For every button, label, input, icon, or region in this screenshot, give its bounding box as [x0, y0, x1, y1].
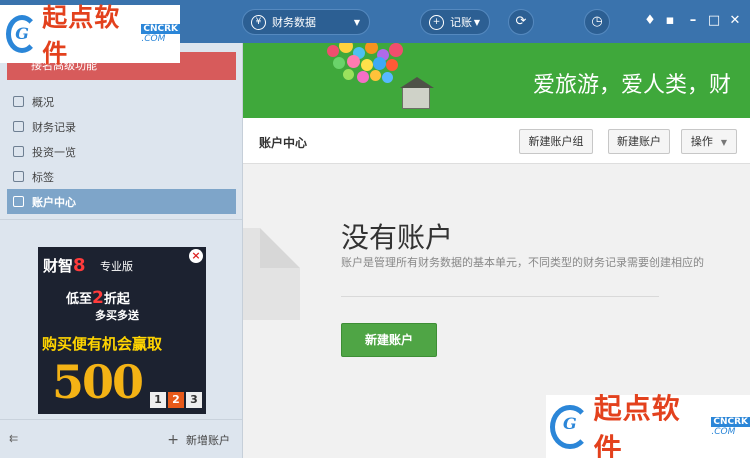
collapse-left-icon[interactable]: ⇇: [9, 432, 18, 445]
clock-icon[interactable]: ◷: [584, 9, 610, 35]
message-icon[interactable]: ▪: [662, 13, 678, 29]
investment-icon: [13, 146, 24, 157]
maximize-icon[interactable]: □: [706, 13, 722, 29]
ad-bonus: 多买多送: [95, 309, 139, 322]
sidebar-footer: ⇇ + 新增账户: [0, 419, 242, 458]
sidebar-item-label: 账户中心: [32, 195, 76, 209]
ad-discount: 低至2折起: [66, 288, 130, 308]
cncrk-watermark-logo: G 起点软件 CNCRK .COM: [546, 392, 750, 458]
sidebar-item-label: 概况: [32, 95, 54, 109]
finance-data-label: 财务数据: [272, 16, 316, 29]
bookkeeping-dropdown[interactable]: + 记账 ▼: [420, 9, 490, 35]
watermark-text: 起点软件: [42, 3, 121, 68]
watermark-text: 起点软件: [593, 391, 681, 458]
sidebar-nav: 概况 财务记录 投资一览 标签 账户中心: [7, 89, 236, 214]
close-icon[interactable]: ×: [189, 249, 203, 263]
sidebar-item-label: 标签: [32, 170, 54, 184]
ad-big-number: 500: [52, 355, 144, 409]
logo-g-icon: G: [550, 404, 590, 449]
overview-icon: [13, 96, 24, 107]
cncrk-watermark-logo: G 起点软件 CNCRK .COM: [0, 3, 180, 68]
ad-digit: 2: [168, 392, 184, 408]
plus-icon: +: [167, 432, 179, 448]
chevron-down-icon: ▼: [720, 138, 728, 147]
account-icon: [13, 196, 24, 207]
operations-dropdown[interactable]: 操作 ▼: [681, 129, 737, 154]
plus-icon: +: [429, 14, 444, 30]
sidebar-item-overview[interactable]: 概况: [7, 89, 236, 114]
ad-digits: 1 2 3: [148, 392, 202, 408]
new-account-group-button[interactable]: 新建账户组: [519, 129, 593, 154]
account-center-header: 账户中心 新建账户组 新建账户 操作 ▼: [243, 118, 750, 164]
skin-icon[interactable]: ♦: [642, 13, 658, 29]
empty-state-title: 没有账户: [341, 221, 454, 254]
bookkeeping-label: 记账: [450, 16, 472, 29]
empty-state-description: 账户是管理所有财务数据的基本单元，不同类型的财务记录需要创建相应的: [341, 256, 704, 269]
close-icon[interactable]: ✕: [727, 13, 743, 29]
sidebar-item-records[interactable]: 财务记录: [7, 114, 236, 139]
balloons-illustration: [307, 43, 434, 118]
document-icon: [243, 228, 300, 320]
sidebar-item-tags[interactable]: 标签: [7, 164, 236, 189]
house-illustration: [400, 77, 434, 109]
advertisement-banner[interactable]: 财智8 专业版 × 低至2折起 多买多送 购买便有机会赢取 500 1 2 3: [38, 247, 206, 414]
sidebar-item-label: 财务记录: [32, 120, 76, 134]
finance-data-dropdown[interactable]: ¥ 财务数据 ▼: [242, 9, 370, 35]
add-account-button[interactable]: + 新增账户: [167, 432, 230, 448]
page-title: 账户中心: [259, 136, 308, 150]
sidebar-item-investments[interactable]: 投资一览: [7, 139, 236, 164]
ad-edition: 专业版: [100, 260, 133, 273]
ad-headline: 购买便有机会赢取: [42, 335, 163, 353]
chevron-down-icon: ▼: [353, 17, 360, 27]
create-account-button[interactable]: 新建账户: [341, 323, 437, 357]
records-icon: [13, 121, 24, 132]
chevron-down-icon: ▼: [473, 17, 480, 27]
sidebar-item-account-center[interactable]: 账户中心: [7, 189, 236, 214]
ad-digit: 3: [186, 392, 202, 408]
watermark-tag: CNCRK .COM: [711, 416, 750, 437]
promo-banner: 爱旅游，爱人类，财: [243, 43, 750, 118]
logo-g-icon: G: [6, 15, 39, 53]
banner-slogan: 爱旅游，爱人类，财: [533, 73, 732, 98]
watermark-tag: CNCRK .COM: [141, 24, 180, 44]
sidebar-divider: [0, 219, 242, 220]
minimize-icon[interactable]: –: [685, 13, 701, 29]
new-account-button[interactable]: 新建账户: [608, 129, 670, 154]
chart-icon: ¥: [251, 14, 266, 30]
empty-state-divider: [341, 296, 659, 297]
sync-icon[interactable]: ⟳: [508, 9, 534, 35]
ad-brand: 财智8: [43, 255, 86, 276]
tag-icon: [13, 171, 24, 182]
sidebar-item-label: 投资一览: [32, 145, 76, 159]
ad-digit: 1: [150, 392, 166, 408]
sidebar: 接名高级功能 概况 财务记录 投资一览 标签 账户中心 财智8 专业版 × 低至…: [0, 43, 243, 458]
